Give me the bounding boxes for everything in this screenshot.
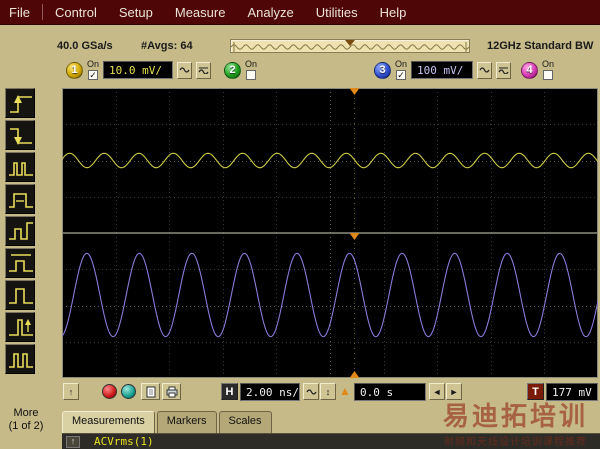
- expand-vertical-icon[interactable]: ↑: [63, 383, 79, 400]
- channel-3-on-group: On ✓: [395, 60, 407, 80]
- channel-2-on-checkbox[interactable]: [246, 70, 256, 80]
- channel-1-bw-limit-icon[interactable]: [196, 62, 211, 79]
- runt-icon[interactable]: [5, 216, 35, 246]
- timebase-zoom-icon[interactable]: ↕: [320, 383, 336, 400]
- channel-3-bw-limit-icon[interactable]: [496, 62, 511, 79]
- horizontal-badge[interactable]: H: [221, 383, 238, 400]
- bandwidth-label: 12GHz Standard BW: [487, 40, 593, 52]
- channel-2-button[interactable]: 2: [224, 62, 241, 79]
- overview-trigger-marker[interactable]: [345, 40, 355, 46]
- printer-icon[interactable]: [162, 383, 181, 400]
- channel-3-button[interactable]: 3: [374, 62, 391, 79]
- scroll-right-icon[interactable]: ►: [446, 383, 462, 400]
- averages-label: #Avgs: 64: [141, 40, 193, 52]
- more-button[interactable]: More (1 of 2): [0, 407, 52, 433]
- edge-rising-icon[interactable]: [5, 88, 35, 118]
- menu-help[interactable]: Help: [369, 4, 418, 21]
- channel-1-on-group: On ✓: [87, 60, 99, 80]
- more-page-label: (1 of 2): [9, 420, 44, 433]
- channel-bar: 1 On ✓ 10.0 mV/ 2 On 3 On ✓ 100 mV/: [0, 56, 600, 86]
- tab-scales[interactable]: Scales: [219, 411, 272, 433]
- horizontal-bar: ↑ H 2.00 ns/ ↕ ▲ 0.0 s ◄ ► T 177 mV: [0, 380, 600, 410]
- menu-measure[interactable]: Measure: [164, 4, 237, 21]
- channel-2-on-label: On: [245, 60, 257, 69]
- bottom-tabs: Measurements Markers Scales: [62, 411, 272, 433]
- sample-rate-label: 40.0 GSa/s: [57, 40, 113, 52]
- trigger-badge[interactable]: T: [527, 383, 544, 400]
- acquisition-overview-bar[interactable]: [230, 39, 470, 53]
- channel-1-on-label: On: [87, 60, 99, 69]
- menu-bar: File Control Setup Measure Analyze Utili…: [0, 0, 600, 25]
- channel-4-on-label: On: [542, 60, 554, 69]
- pulse-train-icon[interactable]: [5, 344, 35, 374]
- menu-control[interactable]: Control: [44, 4, 108, 21]
- menu-utilities[interactable]: Utilities: [305, 4, 369, 21]
- glitch-icon[interactable]: [5, 152, 35, 182]
- tab-measurements[interactable]: Measurements: [62, 411, 155, 433]
- channel-2-on-group: On: [245, 60, 257, 80]
- timebase-fine-icon[interactable]: [303, 383, 319, 400]
- stop-button[interactable]: [121, 384, 136, 399]
- scope-graticule: [62, 88, 598, 378]
- channel-3-group: 3 On ✓ 100 mV/: [374, 58, 511, 82]
- channel-1-on-checkbox[interactable]: ✓: [88, 70, 98, 80]
- oscilloscope-window: File Control Setup Measure Analyze Utili…: [0, 0, 600, 449]
- pulse-width-icon[interactable]: [5, 184, 35, 214]
- channel-3-on-checkbox[interactable]: ✓: [396, 70, 406, 80]
- window-pulse-icon[interactable]: [5, 248, 35, 278]
- status-bar: 40.0 GSa/s #Avgs: 64 12GHz Standard BW: [0, 39, 600, 54]
- results-expand-icon[interactable]: ↑: [66, 436, 80, 448]
- waveform-display[interactable]: [62, 88, 598, 378]
- measurement-label[interactable]: ACVrms(1): [94, 435, 154, 448]
- tab-markers[interactable]: Markers: [157, 411, 217, 433]
- pulse-icon[interactable]: [5, 280, 35, 310]
- run-button[interactable]: [102, 384, 117, 399]
- channel-4-on-group: On: [542, 60, 554, 80]
- channel-1-button[interactable]: 1: [66, 62, 83, 79]
- channel-4-button[interactable]: 4: [521, 62, 538, 79]
- channel-1-coupling-icon[interactable]: [177, 62, 192, 79]
- menu-file[interactable]: File: [0, 4, 41, 21]
- channel-1-scale-box[interactable]: 10.0 mV/: [103, 61, 173, 79]
- menu-analyze[interactable]: Analyze: [236, 4, 304, 21]
- edge-falling-icon[interactable]: [5, 120, 35, 150]
- channel-1-group: 1 On ✓ 10.0 mV/: [66, 58, 211, 82]
- scroll-left-icon[interactable]: ◄: [429, 383, 445, 400]
- timebase-box[interactable]: 2.00 ns/: [240, 383, 300, 401]
- channel-2-group: 2 On: [224, 58, 257, 82]
- horizontal-position-box[interactable]: 0.0 s: [354, 383, 426, 401]
- menu-divider: [42, 4, 43, 20]
- copy-screen-icon[interactable]: [141, 383, 160, 400]
- menu-setup[interactable]: Setup: [108, 4, 164, 21]
- timeout-pulse-icon[interactable]: [5, 312, 35, 342]
- measurement-results-bar: ↑ ACVrms(1): [62, 433, 600, 449]
- channel-3-scale-box[interactable]: 100 mV/: [411, 61, 473, 79]
- channel-3-on-label: On: [395, 60, 407, 69]
- channel-3-coupling-icon[interactable]: [477, 62, 492, 79]
- trigger-position-icon[interactable]: ▲: [339, 384, 351, 398]
- channel-4-group: 4 On: [521, 58, 554, 82]
- trigger-level-box[interactable]: 177 mV: [546, 383, 598, 401]
- channel-4-on-checkbox[interactable]: [543, 70, 553, 80]
